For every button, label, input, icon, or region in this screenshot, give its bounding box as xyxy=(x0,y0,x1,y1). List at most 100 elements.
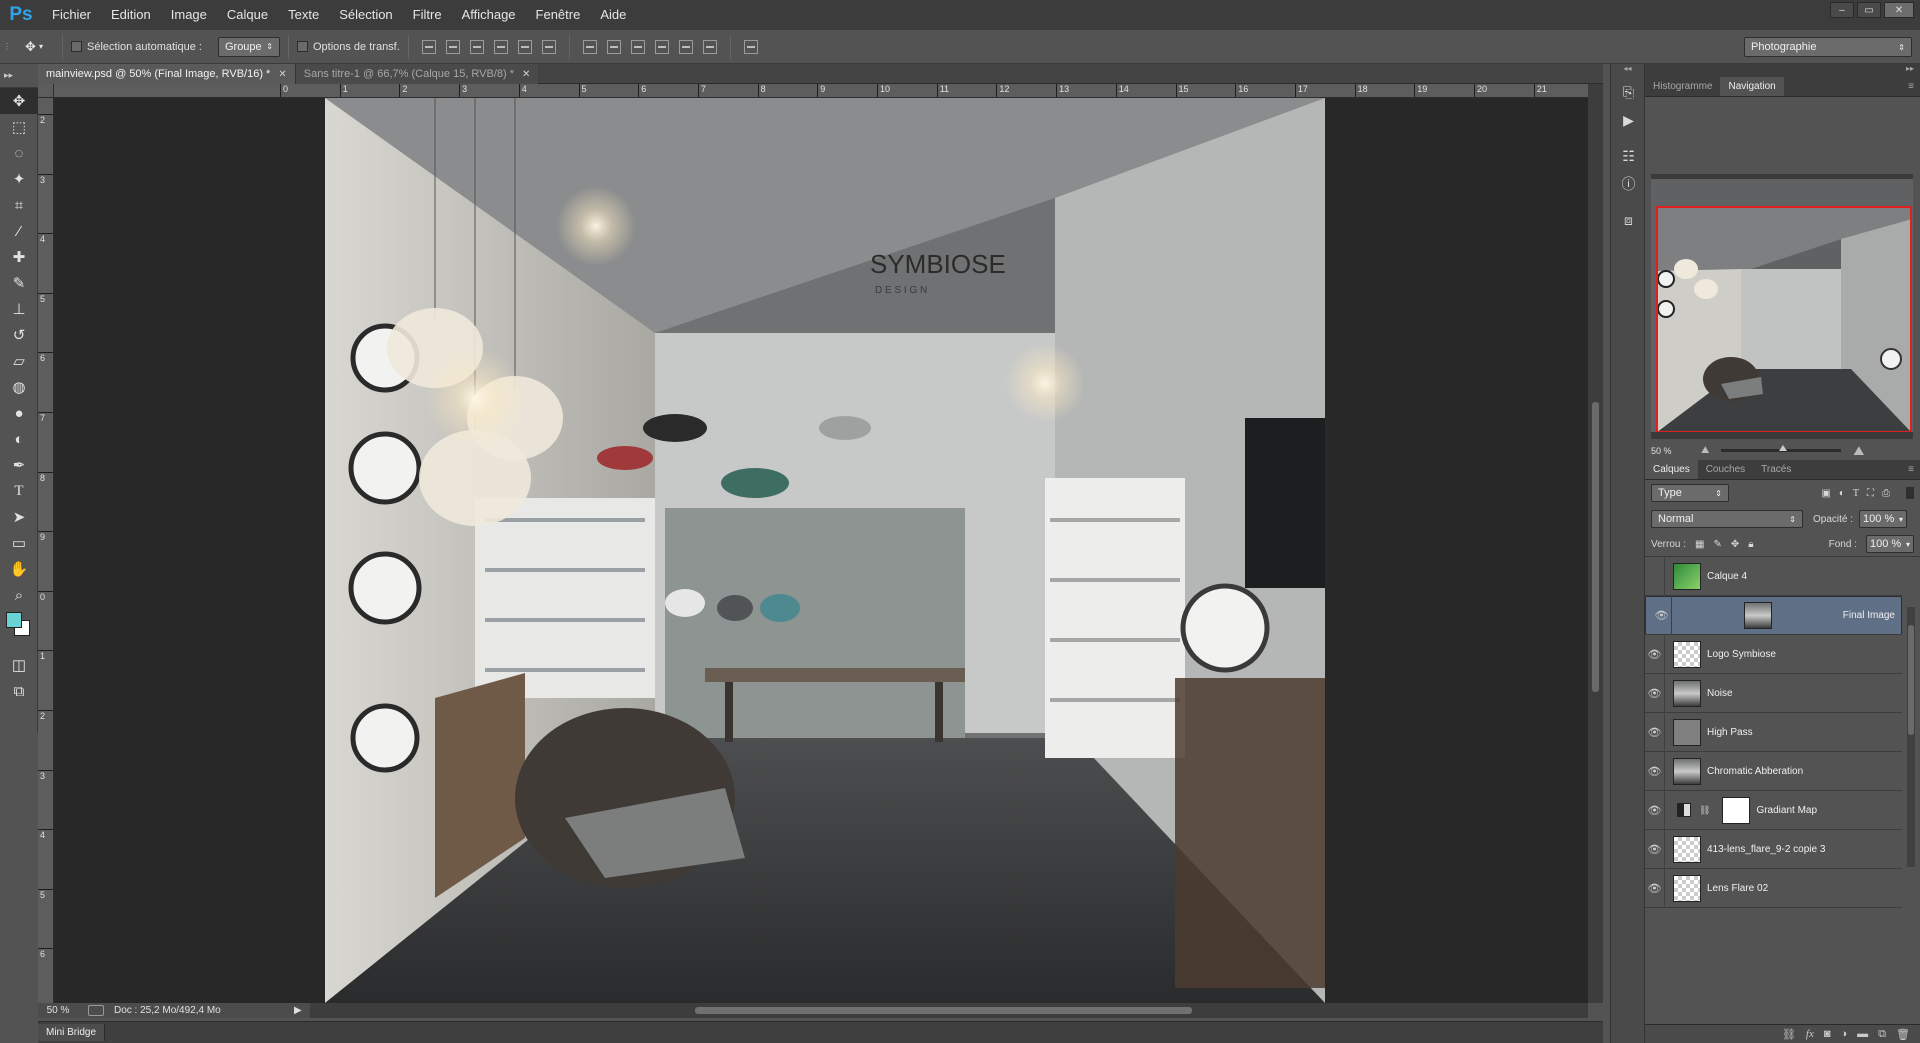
quick-mask-icon[interactable]: ◫ xyxy=(0,652,38,678)
eyedropper-tool-icon[interactable]: ⁄ xyxy=(0,218,38,244)
filter-type-icon[interactable]: T xyxy=(1853,488,1859,499)
distribute-hcenter-icon[interactable] xyxy=(678,39,693,54)
filter-adjustment-icon[interactable]: ◐ xyxy=(1839,488,1845,499)
new-adjustment-icon[interactable]: ◑ xyxy=(1841,1028,1848,1040)
brush-tool-icon[interactable]: ✎ xyxy=(0,270,38,296)
opacity-input[interactable]: 100 % ▾ xyxy=(1859,510,1908,528)
menu-item-7[interactable]: Affichage xyxy=(452,0,526,30)
layer-row[interactable]: 👁︎ Final Image xyxy=(1645,596,1902,635)
visibility-eye-icon[interactable]: 👁︎ xyxy=(1645,634,1665,674)
screen-mode-icon[interactable]: ⧉ xyxy=(0,678,38,704)
status-menu-arrow-icon[interactable]: ▶ xyxy=(294,1005,310,1016)
mask-link-icon[interactable]: ⛓ xyxy=(1699,805,1710,816)
horizontal-scrollbar[interactable] xyxy=(310,1003,1588,1018)
layer-row[interactable]: 👁︎ ⛓ Gradiant Map xyxy=(1645,790,1902,830)
align-top-icon[interactable] xyxy=(421,39,436,54)
menu-item-3[interactable]: Calque xyxy=(217,0,278,30)
delete-layer-icon[interactable]: 🗑︎ xyxy=(1896,1028,1910,1041)
dodge-tool-icon[interactable]: ◐ xyxy=(0,426,38,452)
collapse-arrows-icon[interactable]: ▸▸ xyxy=(4,70,13,81)
path-selection-tool-icon[interactable]: ➤ xyxy=(0,504,38,530)
lock-transparent-icon[interactable]: ▦ xyxy=(1695,539,1704,550)
visibility-eye-icon[interactable]: 👁︎ xyxy=(1645,829,1665,869)
align-hcenter-icon[interactable] xyxy=(517,39,532,54)
magic-wand-tool-icon[interactable]: ✦ xyxy=(0,166,38,192)
blur-tool-icon[interactable]: ● xyxy=(0,400,38,426)
tab-mainview[interactable]: mainview.psd @ 50% (Final Image, RVB/16)… xyxy=(38,64,295,84)
visibility-eye-icon[interactable]: 👁︎ xyxy=(1652,596,1672,635)
filter-pixel-icon[interactable]: ▣ xyxy=(1821,488,1830,499)
mini-bridge-tab[interactable]: Mini Bridge xyxy=(38,1024,106,1041)
strip-collapse-icon[interactable]: ◂◂ xyxy=(1611,64,1644,78)
vertical-scroll-thumb[interactable] xyxy=(1592,402,1599,692)
navigator-view-frame[interactable] xyxy=(1656,206,1912,432)
align-bottom-icon[interactable] xyxy=(469,39,484,54)
history-brush-tool-icon[interactable]: ↺ xyxy=(0,322,38,348)
paint-bucket-tool-icon[interactable]: ◍ xyxy=(0,374,38,400)
distribute-right-icon[interactable] xyxy=(702,39,717,54)
close-tab-icon[interactable]: ✕ xyxy=(278,69,286,80)
link-layers-icon[interactable]: ⛓ xyxy=(1782,1028,1796,1041)
zoom-slider-handle[interactable] xyxy=(1779,445,1788,451)
auto-align-icon[interactable] xyxy=(743,39,758,54)
layer-row[interactable]: 👁︎ 413-lens_flare_9-2 copie 3 xyxy=(1645,829,1902,869)
fill-input[interactable]: 100 % ▾ xyxy=(1866,535,1914,553)
layer-row[interactable]: Calque 4 xyxy=(1645,557,1902,596)
distribute-bottom-icon[interactable] xyxy=(630,39,645,54)
filter-toggle[interactable] xyxy=(1906,487,1914,499)
minimize-button[interactable]: – xyxy=(1830,2,1854,18)
layer-filter-dropdown[interactable]: Type ⇕ xyxy=(1651,484,1729,502)
horizontal-scroll-thumb[interactable] xyxy=(695,1007,1192,1014)
lock-all-icon[interactable]: 🔒︎ xyxy=(1748,539,1753,550)
vertical-ruler[interactable]: 2 3 4 5 6 7 8 9 0 1 2 3 4 5 6 xyxy=(38,98,54,1003)
info-panel-icon[interactable]: ⓘ xyxy=(1611,170,1646,198)
layer-style-icon[interactable]: fx xyxy=(1806,1028,1814,1040)
tab-histogram[interactable]: Histogramme xyxy=(1645,77,1720,96)
blend-mode-dropdown[interactable]: Normal ⇕ xyxy=(1651,510,1803,528)
menu-item-8[interactable]: Fenêtre xyxy=(526,0,591,30)
move-tool-icon[interactable]: ✥ xyxy=(0,88,38,114)
lock-image-icon[interactable]: ✎ xyxy=(1713,539,1721,550)
layer-row[interactable]: 👁︎ Chromatic Abberation xyxy=(1645,751,1902,791)
panel-menu-icon[interactable]: ≡ xyxy=(1902,77,1920,96)
vertical-scrollbar[interactable] xyxy=(1588,84,1603,1003)
crop-tool-icon[interactable]: ⌗ xyxy=(0,192,38,218)
marquee-tool-icon[interactable]: ⬚ xyxy=(0,114,38,140)
zoom-tool-icon[interactable]: ⌕ xyxy=(0,582,38,608)
zoom-level[interactable]: 50 % xyxy=(38,1005,78,1016)
type-tool-icon[interactable]: T xyxy=(0,478,38,504)
align-right-icon[interactable] xyxy=(541,39,556,54)
restore-button[interactable]: ▭ xyxy=(1857,2,1881,18)
ruler-origin[interactable] xyxy=(38,84,54,98)
layer-comps-panel-icon[interactable]: ⧈ xyxy=(1611,206,1646,234)
zoom-out-icon[interactable]: ⛰ xyxy=(1701,445,1709,456)
visibility-eye-icon[interactable]: 👁︎ xyxy=(1645,790,1665,830)
align-left-icon[interactable] xyxy=(493,39,508,54)
history-panel-icon[interactable]: ⎘ xyxy=(1611,78,1646,106)
horizontal-ruler[interactable]: 0 1 2 3 4 5 6 7 8 9 10 11 12 13 14 15 16 17 18 19 20 21 xyxy=(54,84,1588,98)
actions-panel-icon[interactable]: ▶ xyxy=(1611,106,1646,134)
zoom-slider[interactable] xyxy=(1721,445,1842,452)
tab-channels[interactable]: Couches xyxy=(1698,460,1753,479)
filter-smart-object-icon[interactable]: ⎙ xyxy=(1882,488,1890,499)
eraser-tool-icon[interactable]: ▱ xyxy=(0,348,38,374)
tab-navigation[interactable]: Navigation xyxy=(1720,77,1784,96)
tab-sans-titre[interactable]: Sans titre-1 @ 66,7% (Calque 15, RVB/8) … xyxy=(294,64,539,84)
visibility-eye-icon[interactable]: 👁︎ xyxy=(1645,712,1665,752)
rectangle-tool-icon[interactable]: ▭ xyxy=(0,530,38,556)
foreground-color-swatch[interactable] xyxy=(6,612,22,628)
visibility-eye-icon[interactable]: 👁︎ xyxy=(1645,751,1665,791)
layer-row[interactable]: 👁︎ Logo Symbiose xyxy=(1645,634,1902,674)
auto-select-dropdown[interactable]: Groupe ⇕ xyxy=(217,36,280,57)
layer-row[interactable]: 👁︎ Noise xyxy=(1645,673,1902,713)
layers-scrollbar[interactable] xyxy=(1907,607,1915,867)
lasso-tool-icon[interactable]: ◌ xyxy=(0,140,38,166)
menu-item-1[interactable]: Edition xyxy=(101,0,161,30)
workspace-dropdown[interactable]: Photographie ⇕ xyxy=(1744,37,1912,57)
clone-stamp-tool-icon[interactable]: ⊥ xyxy=(0,296,38,322)
visibility-eye-icon[interactable] xyxy=(1645,557,1665,596)
close-button[interactable]: ✕ xyxy=(1884,2,1914,18)
tab-paths[interactable]: Tracés xyxy=(1753,460,1799,479)
visibility-eye-icon[interactable]: 👁︎ xyxy=(1645,868,1665,908)
new-group-icon[interactable]: ▬ xyxy=(1857,1028,1868,1040)
